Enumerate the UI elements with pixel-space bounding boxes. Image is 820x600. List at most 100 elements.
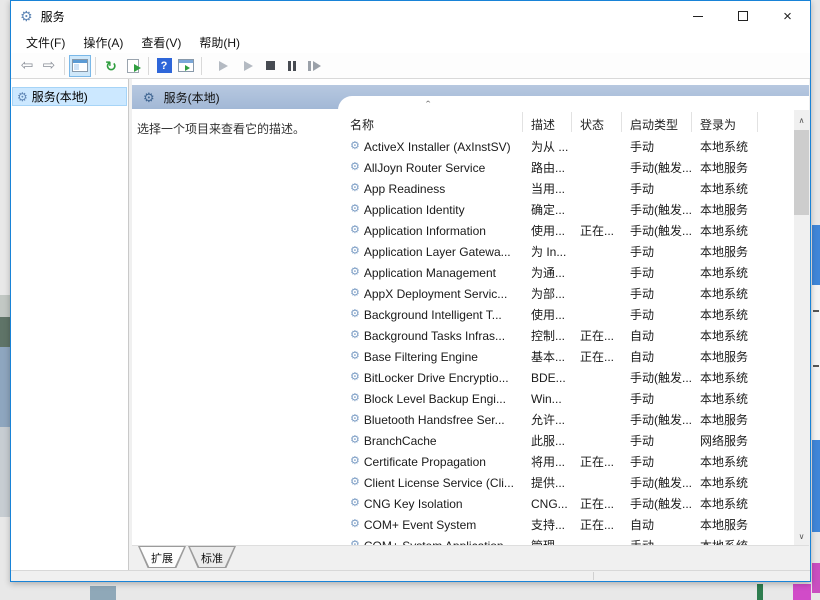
help-icon: ?: [157, 58, 172, 73]
menu-view[interactable]: 查看(V): [132, 31, 190, 54]
service-startup-type: 手动: [622, 306, 692, 323]
restart-service-button[interactable]: [303, 55, 325, 77]
service-description: Win...: [523, 392, 572, 406]
service-startup-type: 手动: [622, 180, 692, 197]
service-gear-icon: ⚙: [350, 414, 360, 425]
column-header-status[interactable]: 状态: [572, 96, 622, 136]
column-header-description[interactable]: 描述: [523, 96, 572, 136]
services-window: ⚙ 服务 × 文件(F) 操作(A) 查看(V) 帮助(H) ⇦ ⇨ ↻: [10, 0, 811, 582]
table-row[interactable]: ⚙Application Management 为通... 手动 本地系统: [338, 262, 794, 283]
background-fragment: [812, 440, 820, 532]
title-bar[interactable]: ⚙ 服务 ×: [11, 1, 810, 31]
minimize-icon: [693, 16, 703, 17]
service-gear-icon: ⚙: [350, 498, 360, 509]
column-header-name[interactable]: 名称 ˆ: [338, 96, 523, 136]
service-startup-type: 自动: [622, 348, 692, 365]
service-startup-type: 手动: [622, 453, 692, 470]
table-row[interactable]: ⚙Application Identity 确定... 手动(触发... 本地服…: [338, 199, 794, 220]
menu-file[interactable]: 文件(F): [17, 31, 74, 54]
service-gear-icon: ⚙: [350, 393, 360, 404]
table-row[interactable]: ⚙CNG Key Isolation CNG... 正在... 手动(触发...…: [338, 493, 794, 514]
service-name: COM+ Event System: [364, 518, 476, 532]
table-row[interactable]: ⚙Application Layer Gatewa... 为 In... 手动 …: [338, 241, 794, 262]
service-logon-as: 本地服务: [692, 348, 758, 365]
table-row[interactable]: ⚙ActiveX Installer (AxInstSV) 为从 ... 手动 …: [338, 136, 794, 157]
table-row[interactable]: ⚙Background Intelligent T... 使用... 手动 本地…: [338, 304, 794, 325]
service-gear-icon: ⚙: [350, 456, 360, 467]
service-status: 正在...: [572, 495, 622, 512]
close-icon: ×: [783, 9, 792, 24]
table-row[interactable]: ⚙Background Tasks Infras... 控制... 正在... …: [338, 325, 794, 346]
tree-item-services-local[interactable]: ⚙ 服务(本地): [12, 87, 127, 106]
table-row[interactable]: ⚙App Readiness 当用... 手动 本地系统: [338, 178, 794, 199]
service-name: AllJoyn Router Service: [364, 161, 485, 175]
background-fragment: [812, 225, 820, 285]
service-description: BDE...: [523, 371, 572, 385]
maximize-icon: [738, 11, 748, 21]
table-row[interactable]: ⚙Certificate Propagation 将用... 正在... 手动 …: [338, 451, 794, 472]
table-row[interactable]: ⚙BranchCache 此服... 手动 网络服务: [338, 430, 794, 451]
tab-extended[interactable]: 扩展: [138, 546, 186, 568]
service-description: 允许...: [523, 411, 572, 428]
menu-help[interactable]: 帮助(H): [190, 31, 249, 54]
service-gear-icon: ⚙: [350, 519, 360, 530]
column-header-startup-type[interactable]: 启动类型: [622, 96, 692, 136]
show-action-pane-button[interactable]: [175, 55, 197, 77]
service-description: 为部...: [523, 285, 572, 302]
table-row[interactable]: ⚙Block Level Backup Engi... Win... 手动 本地…: [338, 388, 794, 409]
service-name: Application Layer Gatewa...: [364, 245, 511, 259]
view-tab-strip: 扩展 标准: [132, 545, 809, 570]
service-gear-icon: ⚙: [350, 372, 360, 383]
minimize-button[interactable]: [675, 1, 720, 31]
table-row[interactable]: ⚙Bluetooth Handsfree Ser... 允许... 手动(触发.…: [338, 409, 794, 430]
scroll-up-icon[interactable]: ∧: [794, 112, 809, 128]
refresh-button[interactable]: ↻: [100, 55, 122, 77]
services-gear-icon: ⚙: [17, 91, 28, 103]
service-logon-as: 本地系统: [692, 390, 758, 407]
scroll-down-icon[interactable]: ∨: [794, 528, 809, 544]
table-row[interactable]: ⚙COM+ System Application 管理... 手动 本地系统: [338, 535, 794, 545]
table-row[interactable]: ⚙COM+ Event System 支持... 正在... 自动 本地服务: [338, 514, 794, 535]
service-name: CNG Key Isolation: [364, 497, 463, 511]
resume-service-button[interactable]: [237, 55, 259, 77]
start-service-button[interactable]: [212, 55, 234, 77]
help-button[interactable]: ?: [153, 55, 175, 77]
export-list-button[interactable]: [122, 55, 144, 77]
table-row[interactable]: ⚙BitLocker Drive Encryptio... BDE... 手动(…: [338, 367, 794, 388]
play-icon: [244, 61, 253, 71]
service-status: 正在...: [572, 453, 622, 470]
close-button[interactable]: ×: [765, 1, 810, 31]
show-console-tree-button[interactable]: [69, 55, 91, 77]
service-description: 管理...: [523, 537, 572, 545]
scrollbar-thumb[interactable]: [794, 130, 809, 215]
pause-service-button[interactable]: [281, 55, 303, 77]
background-fragment: [0, 317, 10, 347]
background-fragment: [0, 427, 10, 517]
service-description: 将用...: [523, 453, 572, 470]
back-button[interactable]: ⇦: [16, 55, 38, 77]
tab-standard[interactable]: 标准: [188, 546, 236, 568]
forward-button[interactable]: ⇨: [38, 55, 60, 77]
service-startup-type: 手动: [622, 537, 692, 545]
console-body: ⚙ 服务(本地) ⚙ 服务(本地) 选择一个项目来查看它的描述。 名称 ˆ: [11, 79, 810, 570]
pane-header-title: 服务(本地): [164, 89, 220, 106]
service-name: Background Tasks Infras...: [364, 329, 505, 343]
service-logon-as: 本地系统: [692, 264, 758, 281]
action-pane-icon: [178, 59, 194, 72]
toolbar-separator: [148, 57, 149, 75]
maximize-button[interactable]: [720, 1, 765, 31]
menu-action[interactable]: 操作(A): [74, 31, 132, 54]
table-row[interactable]: ⚙Application Information 使用... 正在... 手动(…: [338, 220, 794, 241]
column-header-logon-as[interactable]: 登录为: [692, 96, 758, 136]
table-row[interactable]: ⚙AppX Deployment Servic... 为部... 手动 本地系统: [338, 283, 794, 304]
vertical-scrollbar[interactable]: ∧ ∨: [794, 110, 809, 545]
table-row[interactable]: ⚙Client License Service (Cli... 提供... 手动…: [338, 472, 794, 493]
service-name: Application Identity: [364, 203, 465, 217]
service-logon-as: 本地服务: [692, 159, 758, 176]
stop-service-button[interactable]: [259, 55, 281, 77]
table-row[interactable]: ⚙Base Filtering Engine 基本... 正在... 自动 本地…: [338, 346, 794, 367]
service-status: 正在...: [572, 222, 622, 239]
table-row[interactable]: ⚙AllJoyn Router Service 路由... 手动(触发... 本…: [338, 157, 794, 178]
service-description: 当用...: [523, 180, 572, 197]
service-name: Block Level Backup Engi...: [364, 392, 506, 406]
